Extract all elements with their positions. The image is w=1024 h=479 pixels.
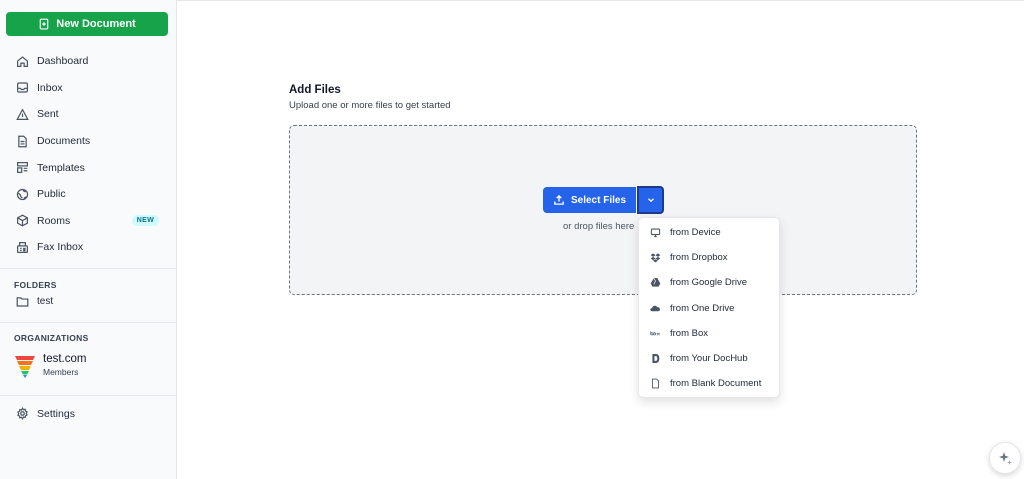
sidebar-item-label: Public xyxy=(37,188,66,201)
inbox-icon xyxy=(17,82,28,93)
sidebar-item-sent[interactable]: Sent xyxy=(0,101,176,128)
organization-item[interactable]: test.com Members xyxy=(15,353,86,378)
menu-item-label: from One Drive xyxy=(670,302,735,314)
folders-title: FOLDERS xyxy=(14,280,57,290)
menu-item-dropbox[interactable]: from Dropbox xyxy=(639,245,779,270)
sidebar-nav: Dashboard Inbox Sent Documents Templates… xyxy=(0,48,176,261)
document-icon xyxy=(18,135,27,147)
onedrive-icon xyxy=(650,305,660,311)
new-document-label: New Document xyxy=(56,18,136,30)
sidebar-divider xyxy=(0,268,176,269)
sidebar-item-label: Sent xyxy=(37,108,59,121)
ai-assistant-button[interactable] xyxy=(989,442,1021,474)
settings-button[interactable]: Settings xyxy=(16,407,75,420)
menu-item-label: from Device xyxy=(670,227,721,239)
sidebar-divider xyxy=(0,322,176,323)
settings-label: Settings xyxy=(37,407,75,420)
menu-item-label: from Dropbox xyxy=(670,252,728,264)
menu-item-label: from Box xyxy=(670,327,709,339)
menu-item-google-drive[interactable]: from Google Drive xyxy=(639,270,779,295)
page-subtitle: Upload one or more files to get started xyxy=(289,100,451,111)
menu-item-label: from Blank Document xyxy=(670,378,762,390)
sidebar-item-label: Fax Inbox xyxy=(37,241,84,254)
upload-source-menu: from Device from Dropbox from Google Dri… xyxy=(638,217,780,398)
sidebar-item-rooms[interactable]: Rooms NEW xyxy=(0,208,176,235)
sidebar-item-label: Templates xyxy=(37,161,85,174)
menu-item-label: from Google Drive xyxy=(670,277,748,289)
monitor-icon xyxy=(650,228,661,238)
folder-item-test[interactable]: test xyxy=(16,295,53,308)
menu-item-box[interactable]: from Box xyxy=(639,321,779,346)
page-title: Add Files xyxy=(289,84,341,96)
folder-icon xyxy=(16,297,29,307)
menu-item-label: from Your DocHub xyxy=(670,353,748,365)
sidebar-item-fax-inbox[interactable]: Fax Inbox xyxy=(0,234,176,261)
menu-item-device[interactable]: from Device xyxy=(639,220,779,245)
sidebar-item-inbox[interactable]: Inbox xyxy=(0,75,176,102)
sidebar: New Document Dashboard Inbox Sent Docume… xyxy=(0,0,177,479)
menu-item-onedrive[interactable]: from One Drive xyxy=(639,296,779,321)
menu-item-blank-document[interactable]: from Blank Document xyxy=(639,371,779,396)
menu-item-dochub[interactable]: from Your DocHub xyxy=(639,346,779,371)
organization-logo-icon xyxy=(15,355,35,378)
sidebar-item-label: Rooms xyxy=(37,214,71,227)
gear-icon xyxy=(17,407,28,420)
sidebar-item-label: Inbox xyxy=(37,81,63,94)
home-icon xyxy=(17,56,28,67)
template-icon xyxy=(17,162,28,174)
sparkle-icon xyxy=(999,452,1012,465)
dochub-icon xyxy=(652,354,660,363)
fax-icon xyxy=(17,241,28,253)
sidebar-item-documents[interactable]: Documents xyxy=(0,128,176,155)
sidebar-item-public[interactable]: Public xyxy=(0,181,176,208)
new-badge: NEW xyxy=(131,214,159,226)
chevron-down-icon xyxy=(647,198,654,203)
cube-icon xyxy=(17,214,28,227)
globe-icon xyxy=(16,188,29,200)
box-icon xyxy=(650,331,660,336)
new-document-button[interactable]: New Document xyxy=(6,12,168,36)
new-document-icon xyxy=(39,18,49,30)
organizations-title: ORGANIZATIONS xyxy=(14,333,89,343)
drop-hint: or drop files here xyxy=(563,221,635,232)
sidebar-item-label: Dashboard xyxy=(37,55,89,68)
upload-icon xyxy=(554,194,564,205)
sidebar-divider xyxy=(0,395,176,396)
sent-icon xyxy=(16,108,29,120)
sidebar-item-dashboard[interactable]: Dashboard xyxy=(0,48,176,75)
blank-document-icon xyxy=(651,378,660,389)
sidebar-item-label: Documents xyxy=(37,135,91,148)
select-files-label: Select Files xyxy=(570,194,627,206)
organization-subtitle: Members xyxy=(43,367,79,377)
select-files-button[interactable]: Select Files xyxy=(543,187,636,213)
google-drive-icon xyxy=(650,278,661,288)
top-border xyxy=(177,0,1024,1)
organization-name: test.com xyxy=(43,353,87,365)
sidebar-item-templates[interactable]: Templates xyxy=(0,154,176,181)
select-files-dropdown-toggle[interactable] xyxy=(637,186,664,214)
folder-label: test xyxy=(37,296,54,307)
dropbox-icon xyxy=(650,253,661,263)
